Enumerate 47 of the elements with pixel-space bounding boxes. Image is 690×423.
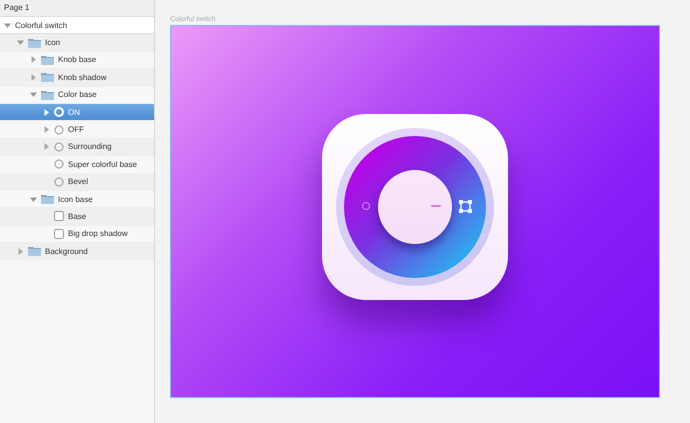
- layer-row[interactable]: Bevel: [0, 174, 154, 191]
- layer-name: OFF: [68, 125, 84, 134]
- layer-row[interactable]: Knob shadow: [0, 69, 154, 87]
- layer-name: Icon base: [58, 194, 93, 204]
- layer-name: Icon: [45, 38, 60, 48]
- circle-icon: [54, 124, 64, 135]
- layer-name: Super colorful base: [68, 160, 137, 169]
- layer-row[interactable]: Color base: [0, 86, 154, 104]
- square-icon: [54, 211, 64, 222]
- layer-name: Knob base: [58, 55, 96, 64]
- layer-name: Big drop shadow: [68, 229, 128, 238]
- layer-name: Surrounding: [68, 142, 112, 152]
- disclosure-triangle-icon[interactable]: [17, 39, 24, 46]
- layer-name: Colorful switch: [15, 20, 68, 30]
- disclosure-triangle-icon[interactable]: [30, 74, 37, 81]
- layer-name: ON: [68, 108, 80, 117]
- folder-icon: [41, 194, 54, 204]
- layer-name: Knob shadow: [58, 72, 106, 82]
- square-icon: [54, 228, 64, 239]
- layer-row[interactable]: Background: [0, 243, 154, 260]
- circle-icon: [54, 107, 64, 118]
- layer-row[interactable]: Big drop shadow: [0, 226, 154, 244]
- layer-name: Bevel: [68, 177, 88, 186]
- disclosure-triangle-icon[interactable]: [4, 22, 11, 29]
- folder-icon: [28, 38, 41, 48]
- disclosure-triangle-icon[interactable]: [30, 56, 37, 64]
- folder-icon: [41, 72, 54, 82]
- disclosure-triangle-icon[interactable]: [17, 248, 24, 255]
- circle-icon: [54, 176, 64, 187]
- layer-name: Background: [45, 246, 88, 256]
- disclosure-triangle-icon[interactable]: [43, 143, 50, 150]
- circle-icon: [54, 142, 64, 152]
- layer-name: Base: [68, 212, 86, 221]
- circle-icon: [54, 159, 64, 170]
- disclosure-triangle-icon[interactable]: [30, 196, 37, 203]
- disclosure-triangle-icon[interactable]: [43, 126, 50, 134]
- layer-row[interactable]: Surrounding: [0, 138, 154, 156]
- folder-icon: [41, 90, 54, 100]
- folder-icon: [41, 54, 54, 65]
- layer-row[interactable]: Base: [0, 208, 154, 226]
- layer-row[interactable]: Icon: [0, 34, 154, 52]
- page-label: Page 1: [0, 0, 154, 17]
- layer-name: Color base: [58, 90, 97, 100]
- layer-row[interactable]: Colorful switch: [0, 17, 154, 34]
- disclosure-triangle-icon[interactable]: [43, 108, 50, 116]
- disclosure-triangle-icon[interactable]: [30, 91, 37, 98]
- folder-icon: [28, 246, 41, 256]
